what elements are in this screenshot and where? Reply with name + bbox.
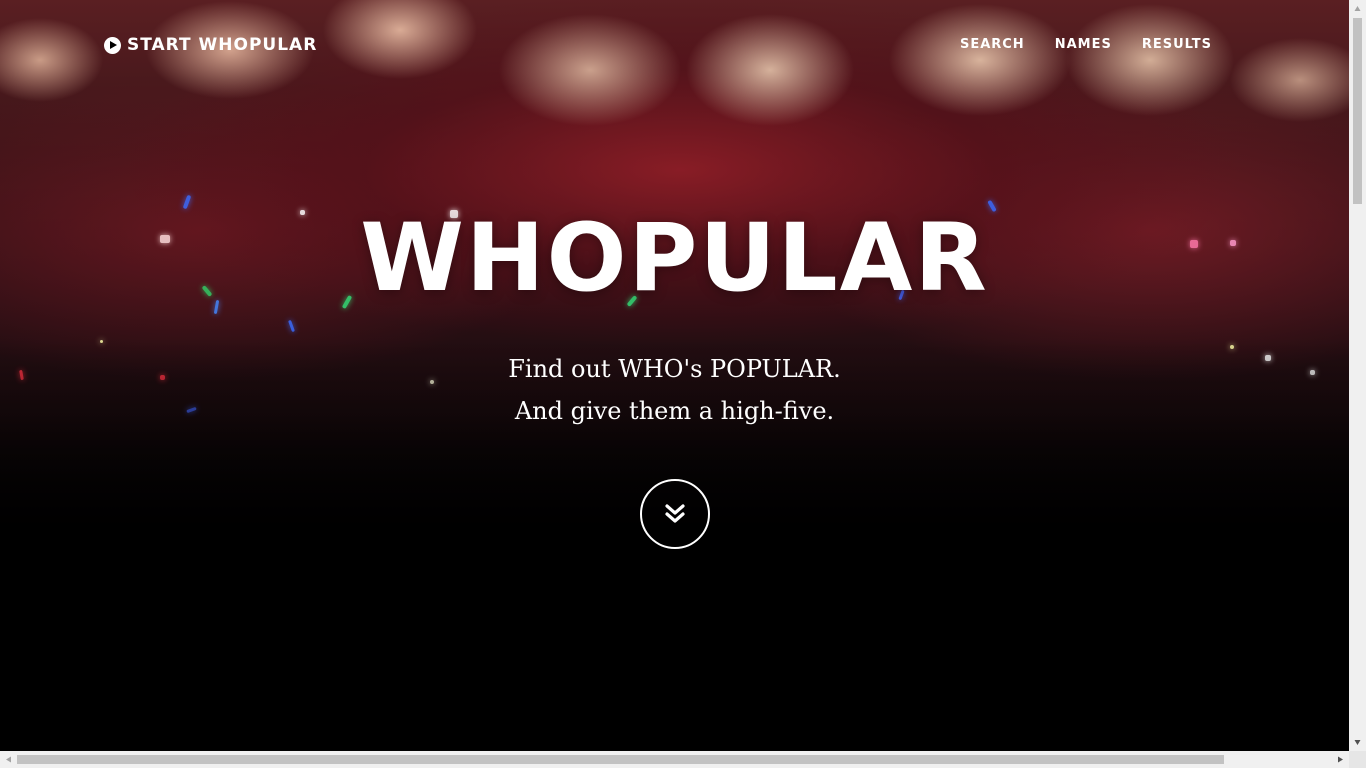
nav-results-link[interactable]: RESULTS [1142, 37, 1212, 52]
triangle-up-icon [1354, 6, 1361, 11]
start-whopular-link[interactable]: START WHOPULAR [104, 34, 317, 56]
scrollbar-corner [1349, 751, 1366, 768]
triangle-down-icon [1354, 740, 1361, 745]
hero-tagline: Find out WHO's POPULAR. And give them a … [0, 348, 1349, 432]
brand-label: START WHOPULAR [127, 35, 318, 55]
scroll-left-arrow[interactable] [0, 751, 17, 768]
triangle-right-icon [1338, 756, 1343, 763]
hero-headline: WHOPULAR [360, 204, 989, 313]
vertical-scrollbar-thumb[interactable] [1353, 18, 1362, 204]
play-circle-icon [104, 36, 121, 54]
vertical-scrollbar[interactable] [1349, 0, 1366, 751]
horizontal-scrollbar[interactable] [0, 751, 1349, 768]
tagline-line-2: And give them a high-five. [514, 397, 835, 425]
horizontal-scrollbar-thumb[interactable] [17, 755, 1224, 764]
nav-names-link[interactable]: NAMES [1055, 37, 1112, 52]
main-nav: SEARCH NAMES RESULTS [960, 37, 1212, 52]
tagline-line-1: Find out WHO's POPULAR. [508, 355, 841, 383]
nav-search-link[interactable]: SEARCH [960, 37, 1025, 52]
scroll-right-arrow[interactable] [1332, 751, 1349, 768]
scroll-down-arrow[interactable] [1349, 734, 1366, 751]
triangle-left-icon [6, 756, 11, 763]
hero-section: START WHOPULAR SEARCH NAMES RESULTS WHOP… [0, 0, 1349, 751]
scroll-up-arrow[interactable] [1349, 0, 1366, 17]
double-chevron-down-icon [665, 504, 685, 523]
scroll-down-button[interactable] [640, 479, 710, 549]
